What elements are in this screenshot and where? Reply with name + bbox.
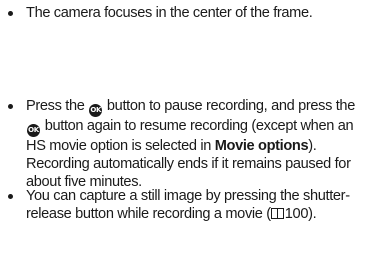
text-segment: Press the <box>26 98 89 114</box>
page-reference: 100 <box>284 206 309 223</box>
ok-button-icon: OK <box>89 104 103 117</box>
ok-button-icon: OK <box>27 124 40 137</box>
manual-page-excerpt: The camera focuses in the center of the … <box>0 0 374 256</box>
bullet-dot <box>8 11 13 16</box>
text-segment: ). <box>308 206 317 223</box>
bullet-text: You can capture a still image by pressin… <box>26 187 370 223</box>
bullet-dot <box>8 104 13 109</box>
text-segment: button to pause recording, and press the <box>103 98 355 114</box>
bullet-item-still-image: You can capture a still image by pressin… <box>8 187 370 223</box>
bullet-dot <box>8 194 13 199</box>
bullet-text: The camera focuses in the center of the … <box>26 5 313 21</box>
bullet-text: Press the OK button to pause recording, … <box>26 97 370 192</box>
book-reference-icon <box>270 208 284 220</box>
bullet-item-pause-recording: Press the OK button to pause recording, … <box>8 97 370 192</box>
bullet-item-focus: The camera focuses in the center of the … <box>8 4 370 22</box>
movie-options-emphasis: Movie options <box>214 138 309 154</box>
